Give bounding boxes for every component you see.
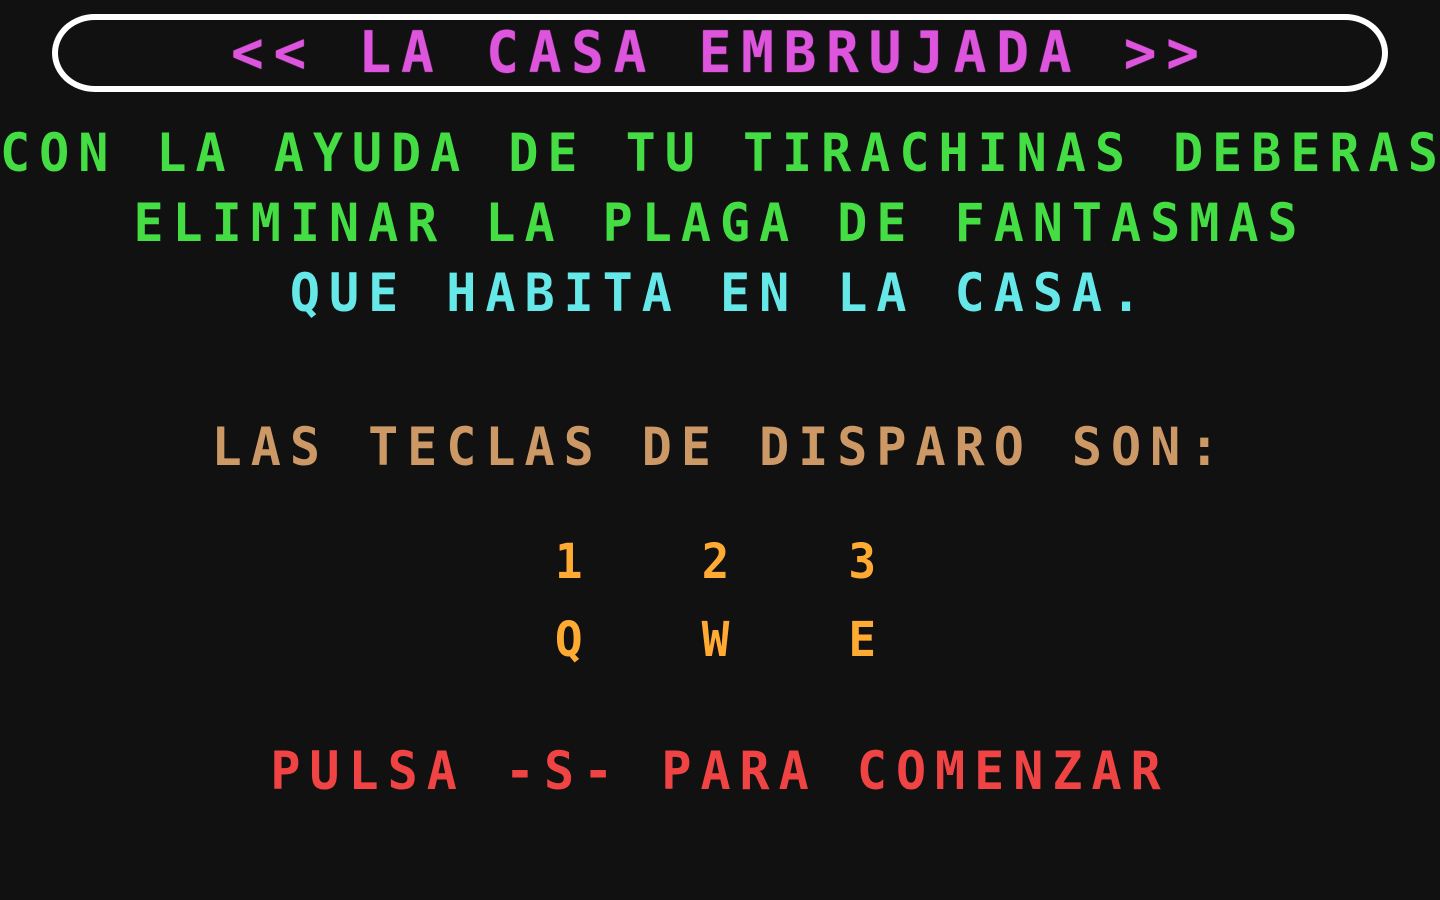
key-row-numbers: 1 2 3 [554, 532, 886, 590]
controls-heading-row: LAS TECLAS DE DISPARO SON: [0, 412, 1440, 482]
game-title: << LA CASA EMBRUJADA >> [231, 19, 1209, 86]
controls-heading: LAS TECLAS DE DISPARO SON: [211, 416, 1229, 478]
intro-line-3: QUE HABITA EN LA CASA. [289, 262, 1151, 324]
title-banner: << LA CASA EMBRUJADA >> [52, 14, 1388, 92]
key-row-letters: Q W E [554, 610, 886, 668]
controls-key-rows: 1 2 3 Q W E [0, 522, 1440, 678]
intro-line-1: CON LA AYUDA DE TU TIRACHINAS DEBERAS [0, 122, 1440, 184]
game-title-screen: << LA CASA EMBRUJADA >> CON LA AYUDA DE … [0, 0, 1440, 900]
start-prompt-row: PULSA -S- PARA COMENZAR [0, 736, 1440, 806]
intro-text-block: CON LA AYUDA DE TU TIRACHINAS DEBERAS EL… [0, 118, 1440, 328]
intro-line-2: ELIMINAR LA PLAGA DE FANTASMAS [133, 192, 1307, 254]
start-prompt[interactable]: PULSA -S- PARA COMENZAR [0, 734, 1440, 808]
